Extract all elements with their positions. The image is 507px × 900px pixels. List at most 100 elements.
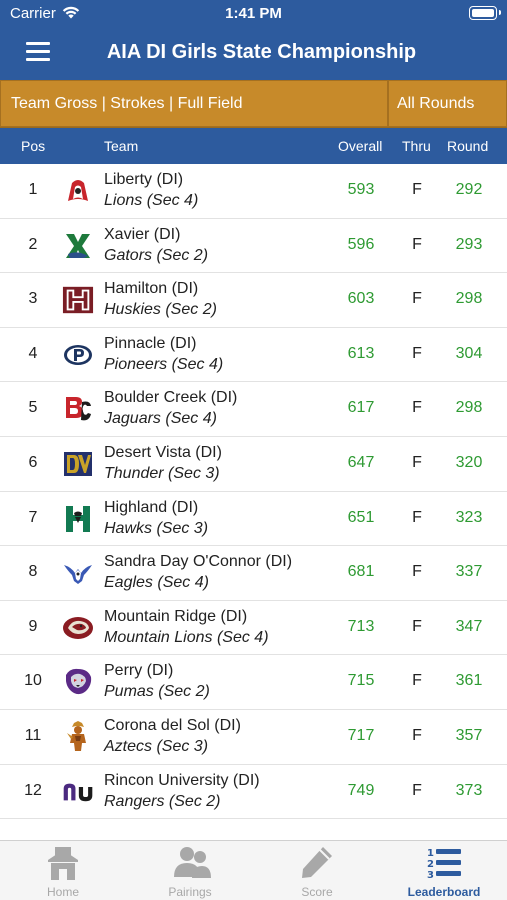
team-name: Hamilton (DI) bbox=[104, 280, 199, 298]
team-mascot: Mountain Lions (Sec 4) bbox=[104, 628, 269, 646]
team-name: Corona del Sol (DI) bbox=[104, 716, 241, 734]
filter-bar: Team Gross | Strokes | Full Field All Ro… bbox=[0, 80, 507, 128]
thru-status: F bbox=[412, 617, 422, 635]
tab-label: Score bbox=[301, 885, 333, 899]
thru-status: F bbox=[412, 563, 422, 581]
pinnacle-p-logo bbox=[62, 341, 94, 369]
tab-pairings[interactable]: Pairings bbox=[127, 841, 253, 900]
table-row[interactable]: 11 Corona del Sol (DI) Aztecs (Sec 3) 71… bbox=[0, 710, 507, 765]
table-row[interactable]: 6 Desert Vista (DI) Thunder (Sec 3) 647 … bbox=[0, 437, 507, 492]
leaderboard-list-icon: 1 2 3 bbox=[426, 845, 462, 881]
clock-time: 1:41 PM bbox=[225, 5, 282, 22]
overall-score: 713 bbox=[347, 617, 375, 635]
leaderboard-list: 1 Liberty (DI) Lions (Sec 4) 593 F 292 2 bbox=[0, 164, 507, 820]
team-mascot: Gators (Sec 2) bbox=[104, 246, 209, 264]
round-score: 347 bbox=[455, 617, 483, 635]
page-title: AIA DI Girls State Championship bbox=[106, 41, 417, 63]
row-position: 4 bbox=[28, 344, 38, 362]
tab-leaderboard[interactable]: 1 2 3 Leaderboard bbox=[381, 841, 507, 900]
team-name: Xavier (DI) bbox=[104, 225, 181, 243]
round-score: 298 bbox=[455, 399, 483, 417]
team-name: Perry (DI) bbox=[104, 662, 174, 680]
perry-puma-logo bbox=[62, 668, 94, 696]
row-position: 9 bbox=[28, 617, 38, 635]
battery-icon bbox=[469, 6, 501, 20]
overall-score: 715 bbox=[347, 672, 375, 690]
table-row[interactable]: 7 Highland (DI) Hawks (Sec 3) 651 F 323 bbox=[0, 492, 507, 547]
team-mascot: Jaguars (Sec 4) bbox=[104, 410, 217, 428]
row-position: 12 bbox=[24, 781, 42, 799]
svg-text:1: 1 bbox=[427, 848, 434, 859]
team-mascot: Eagles (Sec 4) bbox=[104, 574, 209, 592]
table-row[interactable]: 8 Sandra Day O'Connor (DI) Eagles (Sec 4… bbox=[0, 546, 507, 601]
round-score: 361 bbox=[455, 672, 483, 690]
scoring-mode-selector[interactable]: Team Gross | Strokes | Full Field bbox=[0, 80, 388, 127]
table-row[interactable]: 10 Perry (DI) Pumas (Sec 2) 715 F 361 bbox=[0, 655, 507, 710]
team-mascot: Hawks (Sec 3) bbox=[104, 519, 209, 537]
thru-status: F bbox=[412, 344, 422, 362]
row-position: 6 bbox=[28, 453, 38, 471]
row-position: 11 bbox=[24, 726, 42, 744]
round-score: 337 bbox=[455, 563, 483, 581]
team-name: Sandra Day O'Connor (DI) bbox=[104, 553, 293, 571]
overall-score: 603 bbox=[347, 290, 375, 308]
rincon-ru-logo bbox=[62, 778, 94, 806]
team-mascot: Thunder (Sec 3) bbox=[104, 464, 220, 482]
status-bar: Carrier 1:41 PM bbox=[0, 0, 507, 28]
thru-status: F bbox=[412, 235, 422, 253]
people-icon bbox=[172, 845, 211, 881]
team-name: Mountain Ridge (DI) bbox=[104, 607, 248, 625]
team-mascot: Lions (Sec 4) bbox=[104, 192, 199, 209]
row-position: 5 bbox=[28, 399, 38, 417]
table-row[interactable]: 9 Mountain Ridge (DI) Mountain Lions (Se… bbox=[0, 601, 507, 656]
overall-score: 681 bbox=[347, 563, 375, 581]
row-position: 3 bbox=[28, 290, 38, 308]
table-row[interactable]: 2 Xavier (DI) Gators (Sec 2) 596 F 293 bbox=[0, 219, 507, 274]
boulder-creek-bc-logo bbox=[62, 395, 94, 423]
mountain-ridge-lion-logo bbox=[62, 614, 94, 642]
overall-score: 613 bbox=[347, 344, 375, 362]
table-row[interactable]: 4 Pinnacle (DI) Pioneers (Sec 4) 613 F 3… bbox=[0, 328, 507, 383]
thru-status: F bbox=[412, 290, 422, 308]
home-icon bbox=[45, 845, 81, 881]
row-position: 8 bbox=[28, 563, 38, 581]
top-bar: Carrier 1:41 PM AIA DI Girls State Champ… bbox=[0, 0, 507, 80]
tab-score[interactable]: Score bbox=[254, 841, 380, 900]
pencil-icon bbox=[299, 845, 335, 881]
col-pos: Pos bbox=[21, 138, 46, 154]
tab-label: Pairings bbox=[168, 885, 212, 899]
tab-home[interactable]: Home bbox=[0, 841, 126, 900]
overall-score: 596 bbox=[347, 235, 375, 253]
team-mascot: Pioneers (Sec 4) bbox=[104, 355, 224, 373]
round-selector[interactable]: All Rounds bbox=[388, 80, 507, 127]
team-name: Boulder Creek (DI) bbox=[104, 389, 238, 407]
overall-score: 647 bbox=[347, 453, 375, 471]
thru-status: F bbox=[412, 508, 422, 526]
overall-score: 593 bbox=[347, 181, 375, 198]
team-mascot: Pumas (Sec 2) bbox=[104, 683, 210, 701]
table-row[interactable]: 1 Liberty (DI) Lions (Sec 4) 593 F 292 bbox=[0, 164, 507, 219]
table-row[interactable]: 3 Hamilton (DI) Huskies (Sec 2) 603 F 29… bbox=[0, 273, 507, 328]
team-name: Liberty (DI) bbox=[104, 171, 184, 188]
table-row[interactable]: 12 Rincon University (DI) Rangers (Sec 2… bbox=[0, 765, 507, 820]
round-score: 373 bbox=[455, 781, 483, 799]
col-round: Round bbox=[447, 138, 489, 154]
row-position: 7 bbox=[28, 508, 38, 526]
overall-score: 717 bbox=[347, 726, 375, 744]
team-name: Desert Vista (DI) bbox=[104, 443, 222, 461]
row-position: 10 bbox=[24, 672, 42, 690]
team-mascot: Rangers (Sec 2) bbox=[104, 792, 221, 810]
thru-status: F bbox=[412, 726, 422, 744]
thru-status: F bbox=[412, 399, 422, 417]
thru-status: F bbox=[412, 181, 422, 198]
overall-score: 617 bbox=[347, 399, 375, 417]
team-mascot: Huskies (Sec 2) bbox=[104, 301, 217, 319]
oconnor-eagle-logo bbox=[62, 559, 94, 587]
column-header: Pos Team Overall Thru Round bbox=[0, 128, 507, 164]
table-row[interactable]: 5 Boulder Creek (DI) Jaguars (Sec 4) 617… bbox=[0, 382, 507, 437]
highland-h-logo bbox=[62, 505, 94, 533]
svg-text:3: 3 bbox=[427, 870, 434, 881]
round-score: 292 bbox=[455, 181, 483, 198]
row-position: 2 bbox=[28, 235, 38, 253]
col-thru: Thru bbox=[402, 138, 431, 154]
